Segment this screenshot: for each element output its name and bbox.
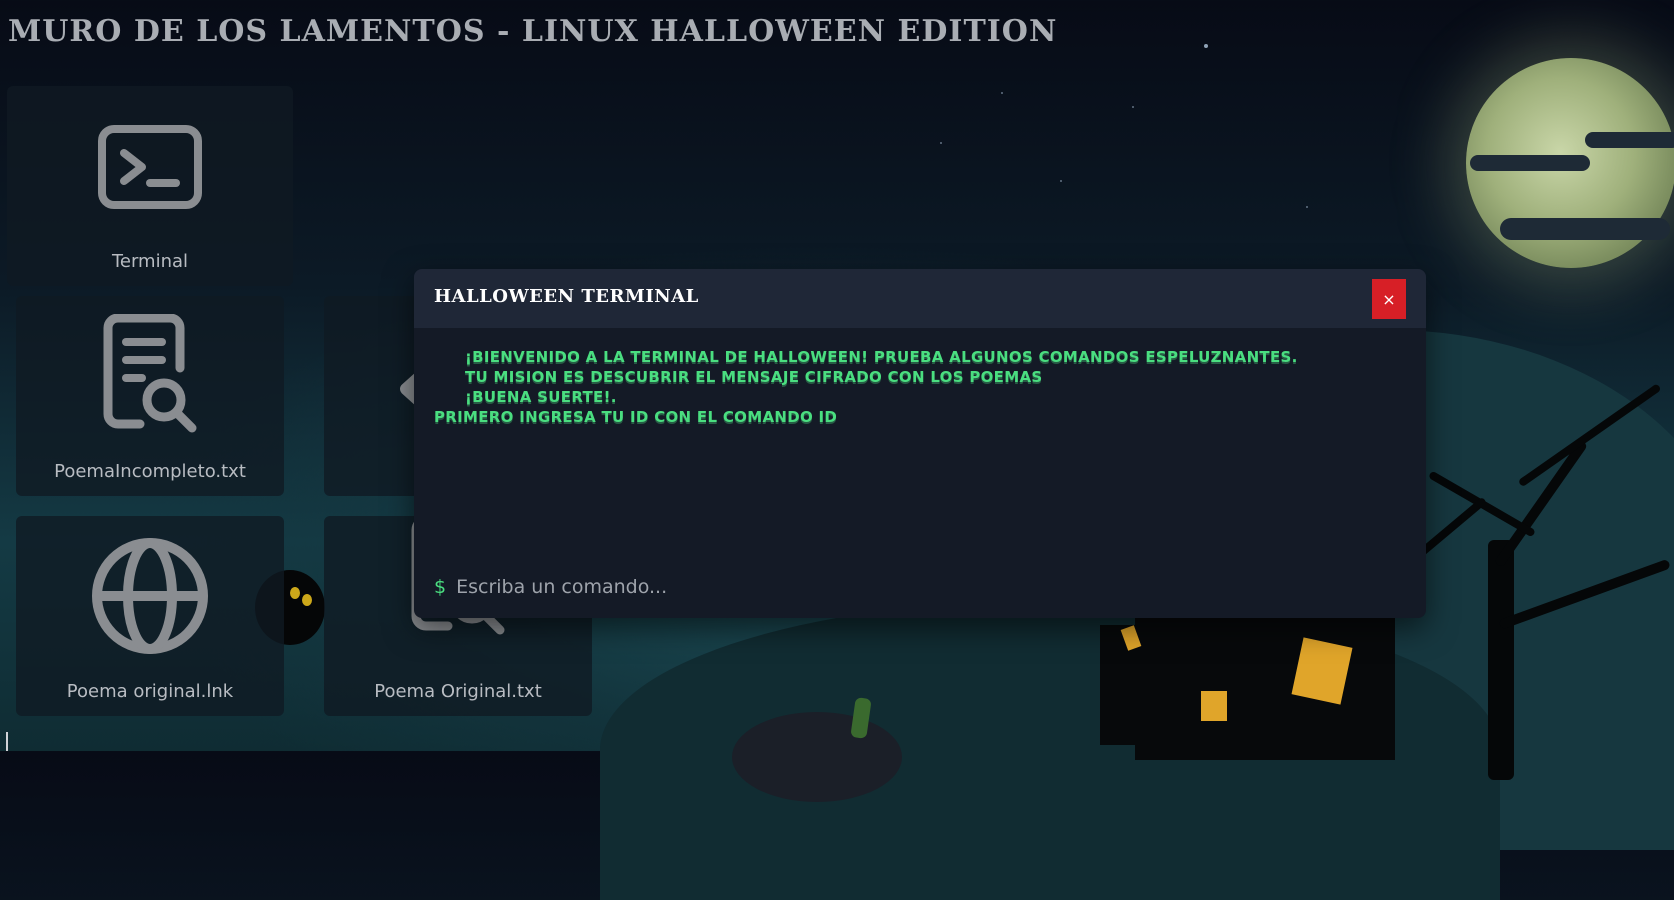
desktop-icon-label: Poema Original.txt — [374, 681, 542, 702]
terminal-line: TU MISION ES DESCUBRIR EL MENSAJE CIFRAD… — [465, 368, 1043, 386]
desktop-icon-label: Poema original.lnk — [66, 681, 234, 702]
ghoul-eye — [302, 594, 312, 606]
star — [940, 142, 942, 144]
desktop-icon-poema-original-lnk[interactable]: Poema original.lnk — [16, 516, 284, 716]
moon-cloud — [1470, 155, 1590, 171]
ghoul-eye — [290, 587, 300, 599]
star — [1132, 106, 1134, 108]
moon-cloud — [1500, 218, 1670, 240]
terminal-line: PRIMERO INGRESA TU ID CON EL COMANDO ID — [434, 408, 838, 426]
desktop-icon-label: PoemaIncompleto.txt — [54, 461, 246, 482]
terminal-window: HALLOWEEN TERMINAL × ¡BIENVENIDO A LA TE… — [414, 269, 1426, 618]
terminal-line: ¡BUENA SUERTE!. — [465, 388, 617, 406]
star — [1306, 206, 1308, 208]
file-search-icon — [103, 314, 197, 433]
terminal-titlebar: HALLOWEEN TERMINAL × — [414, 269, 1426, 328]
house-window — [1201, 691, 1227, 721]
haunted-house — [1135, 600, 1395, 760]
terminal-line: ¡BIENVENIDO A LA TERMINAL DE HALLOWEEN! … — [465, 348, 1298, 366]
desktop-icon-terminal[interactable]: Terminal — [7, 86, 293, 286]
star — [1204, 44, 1208, 48]
pumpkin — [732, 712, 902, 802]
moon-cloud — [1585, 132, 1674, 148]
desktop-icon-poema-incompleto[interactable]: PoemaIncompleto.txt — [16, 296, 284, 496]
terminal-icon — [98, 125, 202, 209]
terminal-title: HALLOWEEN TERMINAL — [434, 286, 699, 307]
star — [1060, 180, 1062, 182]
command-input[interactable] — [456, 576, 1157, 598]
prompt-symbol: $ — [434, 576, 447, 598]
command-prompt: $ — [434, 576, 1157, 598]
text-cursor — [6, 732, 8, 751]
desktop-icon-label: Terminal — [111, 251, 189, 272]
page-title: MURO DE LOS LAMENTOS - LINUX HALLOWEEN E… — [8, 14, 1058, 49]
close-button[interactable]: × — [1372, 279, 1406, 319]
star — [1001, 92, 1003, 94]
terminal-output: ¡BIENVENIDO A LA TERMINAL DE HALLOWEEN! … — [434, 347, 1412, 427]
globe-icon — [92, 538, 208, 654]
